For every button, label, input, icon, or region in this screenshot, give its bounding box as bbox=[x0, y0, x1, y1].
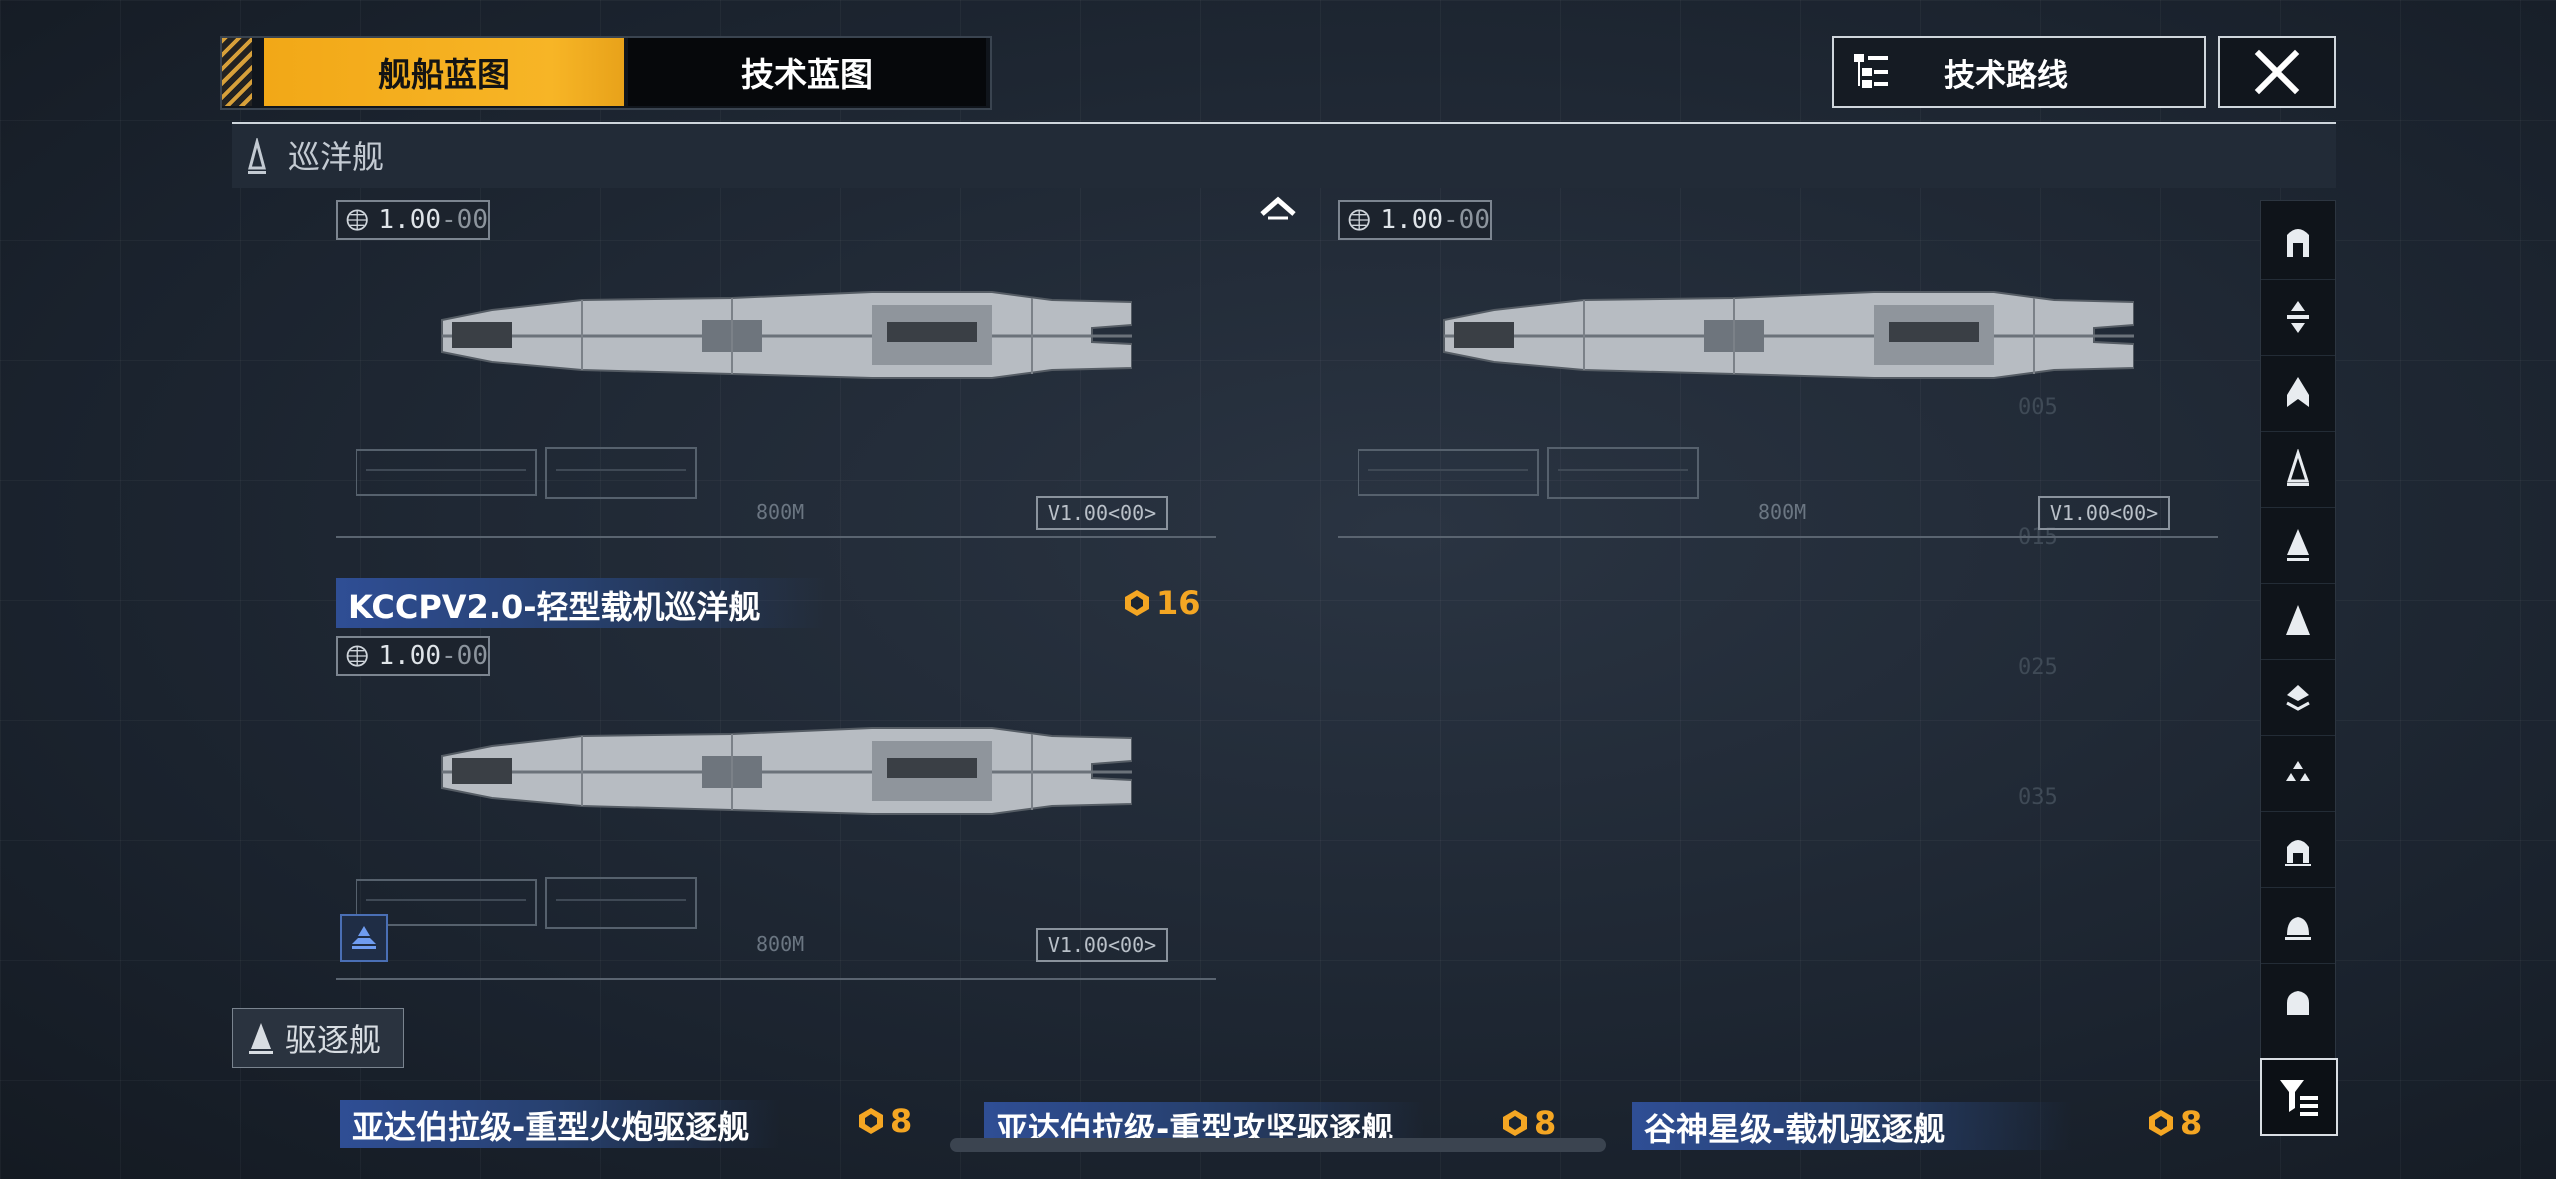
blueprint-card[interactable]: 1.00 -00 800M V1.00<00> bbox=[336, 160, 1236, 540]
filter-icon bbox=[2280, 1080, 2318, 1116]
carrier-badge-icon bbox=[340, 914, 388, 962]
version-number: 1.00 bbox=[378, 205, 442, 235]
blueprint-card[interactable]: KCCPV2.0-轻型载机巡洋舰 16 1.00 -00 800M V1.00<… bbox=[336, 578, 1236, 980]
filter-item[interactable] bbox=[2261, 735, 2335, 812]
tech-route-label: 技术路线 bbox=[1944, 57, 2068, 94]
section-header-destroyer: 驱逐舰 bbox=[232, 1008, 404, 1068]
cost-badge: 8 bbox=[1500, 1104, 1556, 1142]
close-button[interactable] bbox=[2218, 36, 2336, 108]
hud-tick-label: 035 bbox=[2018, 785, 2058, 810]
cost-value: 8 bbox=[890, 1102, 913, 1140]
version-number: 1.00 bbox=[1380, 205, 1444, 235]
ship-class-icon-4 bbox=[2286, 449, 2310, 486]
blueprint-sketch-image bbox=[356, 447, 697, 499]
version-suffix: -00 bbox=[441, 641, 488, 671]
filter-item[interactable] bbox=[2261, 279, 2335, 356]
section-title-destroyer: 驱逐舰 bbox=[285, 1021, 382, 1059]
card-ruler bbox=[1338, 536, 2218, 538]
ship-class-icon-8 bbox=[2286, 761, 2310, 781]
cruiser-class-icon bbox=[248, 138, 266, 174]
card-title: 亚达伯拉级-重型火炮驱逐舰 bbox=[352, 1108, 750, 1146]
filter-item[interactable] bbox=[2261, 203, 2335, 280]
ship-model-image bbox=[1443, 291, 2134, 379]
blueprint-coin-icon bbox=[2149, 1110, 2173, 1136]
globe-icon bbox=[1348, 209, 1370, 231]
ship-model-image bbox=[441, 727, 1132, 815]
scroll-up-icon[interactable] bbox=[1258, 190, 1298, 220]
version-number: 1.00 bbox=[378, 641, 442, 671]
globe-icon bbox=[346, 645, 368, 667]
scroll-indicator[interactable] bbox=[950, 1138, 1606, 1152]
filter-button[interactable] bbox=[2260, 1058, 2338, 1136]
ship-class-icon-9 bbox=[2285, 840, 2311, 866]
version-suffix: -00 bbox=[1443, 205, 1490, 235]
destroyer-class-icon bbox=[249, 1023, 273, 1054]
cost-badge: 8 bbox=[2146, 1104, 2202, 1142]
cost-value: 16 bbox=[1156, 584, 1201, 622]
card-title: 谷神星级-载机驱逐舰 bbox=[1644, 1110, 1946, 1148]
cost-badge: 16 bbox=[1122, 584, 1201, 622]
filter-item[interactable] bbox=[2261, 887, 2335, 964]
filter-item[interactable] bbox=[2261, 355, 2335, 432]
version-tag: V1.00<00> bbox=[1036, 928, 1168, 962]
blueprint-sketch-image bbox=[356, 877, 697, 929]
ship-class-icon-10 bbox=[2285, 917, 2311, 940]
filter-item[interactable] bbox=[2261, 659, 2335, 736]
tab-label: 技术蓝图 bbox=[741, 55, 873, 94]
card-title: KCCPV2.0-轻型载机巡洋舰 bbox=[348, 588, 761, 626]
filter-item[interactable] bbox=[2261, 963, 2335, 1039]
version-badge: 1.00 -00 bbox=[336, 636, 490, 676]
hud-tick-label: 025 bbox=[2018, 655, 2058, 680]
ship-class-filter-bar bbox=[2260, 200, 2336, 1132]
blueprint-card[interactable]: 1.00 -00 800M V1.00<00> bbox=[1338, 160, 2238, 540]
blueprint-coin-icon bbox=[1503, 1110, 1527, 1136]
ship-model-image bbox=[441, 291, 1132, 379]
card-ruler bbox=[336, 978, 1216, 980]
version-badge: 1.00 -00 bbox=[1338, 200, 1492, 240]
blueprint-sketch-image bbox=[1358, 447, 1699, 499]
filter-item[interactable] bbox=[2261, 507, 2335, 584]
filter-item[interactable] bbox=[2261, 811, 2335, 888]
globe-icon bbox=[346, 209, 368, 231]
ship-class-icon-6 bbox=[2286, 605, 2310, 635]
version-badge: 1.00 -00 bbox=[336, 200, 490, 240]
carrier-icon bbox=[352, 926, 376, 949]
version-tag: V1.00<00> bbox=[1036, 496, 1168, 530]
card-ruler bbox=[336, 536, 1216, 538]
ship-class-icon-5 bbox=[2287, 529, 2309, 561]
blueprint-coin-icon bbox=[1125, 590, 1149, 616]
filter-item[interactable] bbox=[2261, 583, 2335, 660]
distance-label: 800M bbox=[756, 500, 805, 524]
tab-strip-hatch bbox=[222, 38, 252, 106]
distance-label: 800M bbox=[756, 932, 805, 956]
distance-label: 800M bbox=[1758, 500, 1807, 524]
ship-class-icon-3 bbox=[2287, 377, 2309, 407]
blueprint-coin-icon bbox=[859, 1108, 883, 1134]
version-suffix: -00 bbox=[441, 205, 488, 235]
ship-class-icon-11 bbox=[2287, 991, 2309, 1015]
tab-tech-blueprints[interactable]: 技术蓝图 bbox=[628, 38, 986, 106]
filter-item[interactable] bbox=[2261, 431, 2335, 508]
cost-badge: 8 bbox=[856, 1102, 912, 1140]
tab-label: 舰船蓝图 bbox=[378, 55, 510, 94]
cost-value: 8 bbox=[1534, 1104, 1557, 1142]
ship-class-icon-7 bbox=[2286, 685, 2310, 711]
ship-class-icon-2 bbox=[2287, 301, 2309, 333]
ship-class-icon-1 bbox=[2287, 229, 2309, 257]
cost-value: 8 bbox=[2180, 1104, 2203, 1142]
tab-ship-blueprints[interactable]: 舰船蓝图 bbox=[264, 38, 624, 106]
close-icon bbox=[2254, 49, 2300, 95]
tech-tree-icon bbox=[1854, 54, 1888, 88]
version-tag: V1.00<00> bbox=[2038, 496, 2170, 530]
tech-route-button[interactable]: 技术路线 bbox=[1832, 36, 2206, 108]
